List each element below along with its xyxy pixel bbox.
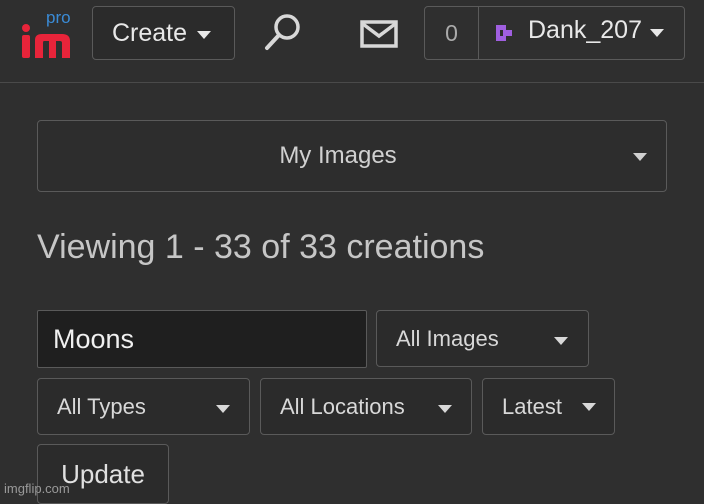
search-icon[interactable] (262, 10, 304, 54)
caret-down-icon (554, 337, 568, 345)
caret-down-icon (197, 31, 212, 39)
search-input[interactable] (37, 310, 367, 368)
imgflip-pro-logo[interactable]: pro (20, 8, 76, 58)
types-select-label: All Types (57, 393, 146, 419)
caret-down-icon (582, 403, 596, 411)
sort-select-label: Latest (502, 393, 562, 419)
scope-select[interactable]: All Images (376, 310, 589, 367)
caret-down-icon (438, 405, 452, 413)
logo-im-mark (22, 24, 70, 58)
imgflip-watermark: imgflip.com (4, 481, 70, 496)
notification-count[interactable]: 0 (425, 7, 479, 59)
results-summary: Viewing 1 - 33 of 33 creations (37, 228, 485, 266)
locations-select[interactable]: All Locations (260, 378, 472, 435)
types-select[interactable]: All Types (37, 378, 250, 435)
scope-select-label: All Images (396, 325, 499, 351)
username-label[interactable]: Dank_2077 (528, 16, 643, 50)
user-menu-group: 0 Dank_2077 (424, 6, 685, 60)
caret-down-icon[interactable] (650, 29, 664, 37)
user-icon (495, 24, 513, 42)
create-label: Create (112, 18, 188, 47)
locations-select-label: All Locations (280, 393, 405, 419)
collection-select-label: My Images (279, 142, 397, 169)
caret-down-icon (216, 405, 230, 413)
mail-icon[interactable] (360, 20, 398, 48)
caret-down-icon (633, 153, 647, 161)
collection-select[interactable]: My Images (37, 120, 667, 192)
create-dropdown-button[interactable]: Create (92, 6, 235, 60)
top-navigation-bar: pro Create 0 Dank_2077 (0, 0, 704, 83)
sort-select[interactable]: Latest (482, 378, 615, 435)
